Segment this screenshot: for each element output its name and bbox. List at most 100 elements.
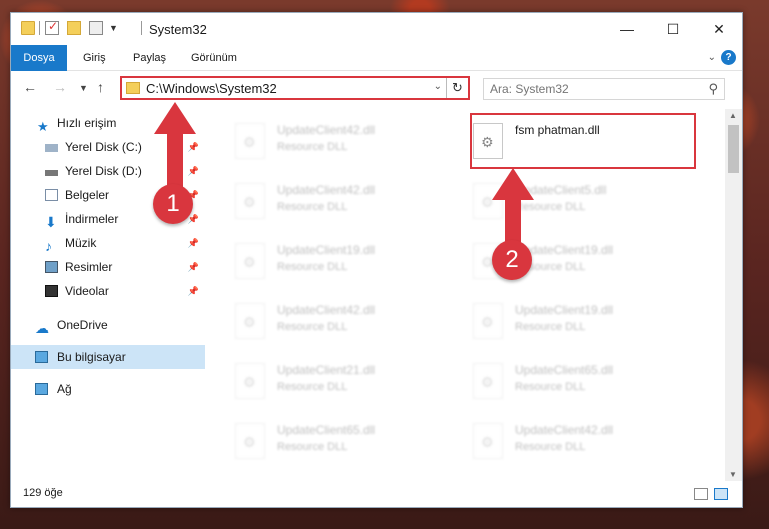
details-view-icon[interactable] — [694, 488, 708, 500]
sidebar-item-music[interactable]: ♪ Müzik 📌 — [11, 231, 205, 255]
explorer-window: ▼ System32 — ☐ ✕ Dosya Giriş Paylaş Görü… — [10, 12, 743, 508]
sidebar-item-this-pc[interactable]: Bu bilgisayar — [11, 345, 205, 369]
file-type: Resource DLL — [515, 381, 586, 393]
documents-icon — [45, 189, 58, 201]
help-icon[interactable]: ? — [721, 50, 736, 65]
separator — [39, 21, 40, 35]
tab-view[interactable]: Görünüm — [179, 45, 249, 71]
minimize-button[interactable]: — — [604, 13, 650, 45]
sidebar-item-label: Bu bilgisayar — [57, 350, 126, 364]
window-title: System32 — [149, 22, 207, 37]
dll-file-icon — [235, 183, 265, 219]
close-button[interactable]: ✕ — [696, 13, 742, 45]
list-item[interactable]: UpdateClient42.dll Resource DLL — [211, 297, 431, 353]
scrollbar-thumb[interactable] — [728, 125, 739, 173]
search-box[interactable]: ⚲ — [483, 78, 725, 100]
separator — [141, 21, 142, 35]
list-item[interactable]: UpdateClient42.dll Resource DLL — [211, 177, 431, 233]
sidebar-item-label: OneDrive — [57, 318, 108, 332]
title-bar: ▼ System32 — ☐ ✕ — [11, 13, 742, 45]
back-arrow-icon[interactable]: ← — [23, 79, 37, 95]
file-type: Resource DLL — [277, 201, 348, 213]
star-icon: ★ — [37, 119, 49, 134]
file-name: UpdateClient21.dll — [277, 363, 376, 377]
pin-icon[interactable]: 📌 — [188, 279, 199, 303]
properties-check-icon[interactable] — [45, 19, 59, 35]
dll-file-icon — [235, 423, 265, 459]
folder-icon — [21, 21, 35, 35]
sidebar-item-label: Yerel Disk (C:) — [65, 140, 142, 154]
pictures-icon — [45, 261, 58, 273]
file-name: UpdateClient19.dll — [277, 243, 376, 257]
tab-home[interactable]: Giriş — [71, 45, 118, 71]
quick-access-dropdown-icon[interactable]: ▼ — [109, 23, 118, 33]
address-dropdown-icon[interactable]: ⌄ — [434, 81, 442, 92]
dll-file-icon — [473, 363, 503, 399]
expand-ribbon-icon[interactable]: ⌄ — [708, 52, 716, 63]
file-type: Resource DLL — [277, 381, 348, 393]
file-name: UpdateClient65.dll — [277, 423, 376, 437]
sidebar-item-label: Yerel Disk (D:) — [65, 164, 142, 178]
search-icon[interactable]: ⚲ — [708, 81, 718, 97]
vertical-scrollbar[interactable]: ▲ ▼ — [725, 109, 742, 481]
new-folder-icon[interactable] — [67, 21, 81, 35]
list-item[interactable]: UpdateClient5.dll Resource DLL — [449, 177, 669, 233]
sidebar-item-onedrive[interactable]: ☁ OneDrive — [11, 313, 205, 337]
list-item[interactable]: UpdateClient19.dll Resource DLL — [449, 297, 669, 353]
tab-file[interactable]: Dosya — [11, 45, 67, 71]
refresh-icon[interactable]: ↻ — [446, 78, 468, 98]
music-icon: ♪ — [45, 238, 52, 254]
list-item[interactable]: UpdateClient42.dll Resource DLL — [449, 417, 669, 473]
recent-locations-icon[interactable]: ▼ — [79, 83, 88, 93]
rename-icon[interactable] — [89, 21, 103, 35]
scroll-down-icon[interactable]: ▼ — [729, 470, 737, 479]
up-arrow-icon[interactable]: ↑ — [97, 79, 104, 95]
maximize-button[interactable]: ☐ — [650, 13, 696, 45]
ribbon-tabs: Dosya Giriş Paylaş Görünüm ⌄ ? — [11, 45, 742, 71]
download-icon: ⬇ — [45, 214, 57, 230]
sidebar-item-network[interactable]: Ağ — [11, 377, 205, 401]
file-name: UpdateClient65.dll — [515, 363, 614, 377]
disk-icon — [45, 144, 58, 152]
sidebar-item-label: İndirmeler — [65, 212, 119, 226]
dll-file-icon — [235, 303, 265, 339]
list-item[interactable]: UpdateClient19.dll Resource DLL — [211, 237, 431, 293]
cloud-icon: ☁ — [35, 320, 49, 336]
file-type: Resource DLL — [277, 261, 348, 273]
scroll-up-icon[interactable]: ▲ — [729, 111, 737, 120]
sidebar-item-videos[interactable]: Videolar 📌 — [11, 279, 205, 303]
dll-file-icon — [235, 123, 265, 159]
list-item[interactable]: UpdateClient65.dll Resource DLL — [211, 417, 431, 473]
step-badge-1: 1 — [153, 184, 193, 224]
disk-icon — [45, 170, 58, 176]
address-path[interactable]: C:\Windows\System32 — [146, 81, 277, 96]
file-type: Resource DLL — [515, 321, 586, 333]
forward-arrow-icon[interactable]: → — [53, 79, 67, 95]
sidebar-item-label: Resimler — [65, 260, 113, 274]
folder-icon — [126, 82, 140, 94]
file-name: UpdateClient19.dll — [515, 303, 614, 317]
list-item[interactable]: UpdateClient42.dll Resource DLL — [211, 117, 431, 173]
sidebar-item-label: Müzik — [65, 236, 97, 250]
sidebar-item-label: Videolar — [65, 284, 109, 298]
sidebar-item-label: Hızlı erişim — [57, 116, 117, 130]
navigation-bar: ← → ▼ ↑ C:\Windows\System32 ⌄ ↻ ⚲ — [11, 71, 742, 105]
file-list: UpdateClient42.dll Resource DLL UpdateCl… — [211, 109, 723, 479]
tab-share[interactable]: Paylaş — [121, 45, 178, 71]
large-icons-view-icon[interactable] — [714, 488, 728, 500]
address-bar[interactable]: C:\Windows\System32 ⌄ ↻ — [120, 76, 470, 100]
sidebar-item-pictures[interactable]: Resimler 📌 — [11, 255, 205, 279]
computer-icon — [35, 351, 48, 363]
file-name: UpdateClient42.dll — [277, 123, 376, 137]
highlight-box — [470, 113, 696, 169]
list-item[interactable]: UpdateClient19.dll Resource DLL — [449, 237, 669, 293]
search-input[interactable] — [490, 82, 690, 96]
dll-file-icon — [235, 243, 265, 279]
item-count: 129 öğe — [23, 487, 63, 499]
list-item[interactable]: UpdateClient21.dll Resource DLL — [211, 357, 431, 413]
list-item[interactable]: UpdateClient65.dll Resource DLL — [449, 357, 669, 413]
file-name: UpdateClient42.dll — [277, 303, 376, 317]
dll-file-icon — [473, 303, 503, 339]
pin-icon[interactable]: 📌 — [188, 255, 199, 279]
pin-icon[interactable]: 📌 — [188, 231, 199, 255]
